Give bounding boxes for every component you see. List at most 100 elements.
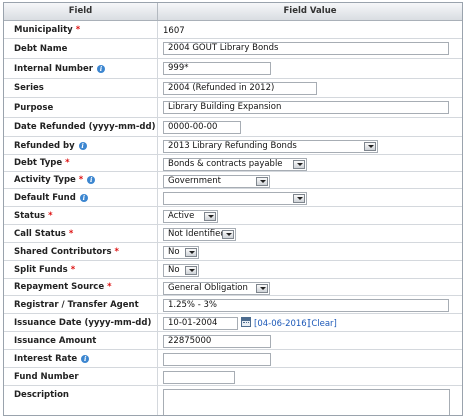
issuance-date-label: Issuance Date (yyyy-mm-dd)	[14, 317, 152, 328]
clear-date-link[interactable]: [Clear]	[308, 319, 337, 329]
activity-type-row: Activity Type * i Government	[4, 172, 462, 189]
description-textarea[interactable]	[163, 389, 450, 415]
split-funds-select[interactable]: No	[163, 264, 199, 277]
debt-name-input[interactable]: 2004 GOUT Library Bonds	[163, 42, 449, 55]
chevron-down-icon[interactable]	[185, 248, 197, 257]
series-label: Series	[14, 83, 44, 93]
split-funds-label: Split Funds	[14, 264, 68, 275]
internal-number-input[interactable]: 999*	[163, 62, 271, 75]
debt-type-row: Debt Type * Bonds & contracts payable	[4, 155, 462, 172]
call-status-label: Call Status	[14, 228, 66, 239]
repayment-source-value: General Obligation	[168, 283, 248, 293]
registrar-label: Registrar / Transfer Agent	[14, 299, 139, 310]
calendar-icon[interactable]	[241, 317, 251, 327]
required-marker: *	[65, 158, 70, 168]
purpose-row: Purpose Library Building Expansion	[4, 98, 462, 118]
info-icon[interactable]: i	[87, 176, 96, 184]
date-refunded-row: Date Refunded (yyyy-mm-dd) 0000-00-00	[4, 118, 462, 137]
info-icon[interactable]: i	[96, 64, 105, 73]
series-row: Series 2004 (Refunded in 2012)	[4, 79, 462, 98]
fund-number-label: Fund Number	[14, 371, 79, 382]
fund-number-row: Fund Number	[4, 368, 462, 386]
debt-name-label: Debt Name	[14, 43, 68, 54]
shared-contributors-value: No	[168, 247, 180, 257]
activity-type-value: Government	[168, 176, 222, 186]
info-icon[interactable]: i	[79, 193, 88, 202]
series-input[interactable]: 2004 (Refunded in 2012)	[163, 82, 317, 95]
table-header: Field Field Value	[4, 3, 462, 21]
description-label: Description	[14, 390, 69, 400]
internal-number-label: Internal Number	[14, 63, 93, 74]
debt-form: Field Field Value Municipality * 1607 Deb…	[3, 2, 463, 416]
activity-type-select[interactable]: Government	[163, 175, 270, 188]
registrar-input[interactable]: 1.25% - 3%	[163, 299, 449, 312]
required-marker: *	[114, 246, 119, 257]
default-fund-select[interactable]	[163, 192, 307, 205]
issuance-amount-input[interactable]: 22875000	[163, 335, 271, 348]
status-select[interactable]: Active	[163, 210, 218, 223]
fund-number-input[interactable]	[163, 371, 235, 384]
required-marker: *	[48, 210, 53, 221]
date-refunded-input[interactable]: 0000-00-00	[163, 121, 241, 134]
refunded-by-select[interactable]: 2013 Library Refunding Bonds	[163, 140, 378, 153]
municipality-value: 1607	[163, 26, 185, 36]
chevron-down-icon[interactable]	[364, 142, 376, 151]
shared-contributors-row: Shared Contributors * No	[4, 243, 462, 261]
refunded-by-label: Refunded by	[14, 140, 75, 151]
internal-number-row: Internal Number i 999*	[4, 59, 462, 79]
municipality-row: Municipality * 1607	[4, 21, 462, 39]
default-fund-row: Default Fund i	[4, 189, 462, 207]
status-row: Status * Active	[4, 207, 462, 225]
purpose-label: Purpose	[14, 102, 54, 113]
info-icon[interactable]: i	[81, 354, 90, 363]
info-icon[interactable]: i	[78, 141, 87, 150]
chevron-down-icon[interactable]	[222, 230, 234, 239]
issuance-amount-row: Issuance Amount 22875000	[4, 332, 462, 350]
chevron-down-icon[interactable]	[185, 266, 197, 275]
call-status-select[interactable]: Not Identified	[163, 228, 236, 241]
repayment-source-label: Repayment Source	[14, 282, 105, 292]
debt-name-row: Debt Name 2004 GOUT Library Bonds	[4, 39, 462, 59]
required-marker: *	[68, 228, 74, 239]
required-marker: *	[70, 264, 76, 275]
repayment-source-select[interactable]: General Obligation	[163, 282, 270, 295]
interest-rate-row: Interest Rate i	[4, 350, 462, 368]
issuance-date-input[interactable]: 10-01-2004	[163, 317, 238, 330]
shared-contributors-select[interactable]: No	[163, 246, 199, 259]
default-fund-label: Default Fund	[14, 192, 76, 203]
date-refunded-label: Date Refunded (yyyy-mm-dd)	[14, 122, 156, 132]
required-marker: *	[78, 175, 84, 185]
debt-type-select[interactable]: Bonds & contracts payable	[163, 158, 307, 171]
split-funds-row: Split Funds * No	[4, 261, 462, 279]
status-label: Status	[14, 210, 46, 221]
municipality-label: Municipality	[14, 24, 73, 35]
chevron-down-icon[interactable]	[256, 284, 268, 293]
chevron-down-icon[interactable]	[256, 177, 268, 186]
refunded-by-value: 2013 Library Refunding Bonds	[168, 141, 297, 151]
purpose-input[interactable]: Library Building Expansion	[163, 101, 449, 114]
field-column-header: Field	[4, 3, 158, 20]
field-value-column-header: Field Value	[283, 6, 337, 16]
call-status-value: Not Identified	[168, 229, 222, 239]
issuance-date-row: Issuance Date (yyyy-mm-dd) 10-01-2004 [0…	[4, 314, 462, 332]
registrar-row: Registrar / Transfer Agent 1.25% - 3%	[4, 296, 462, 314]
repayment-source-row: Repayment Source * General Obligation	[4, 279, 462, 296]
issuance-amount-label: Issuance Amount	[14, 335, 97, 346]
required-marker: *	[107, 282, 112, 292]
shared-contributors-label: Shared Contributors	[14, 246, 112, 257]
description-row: Description	[4, 386, 462, 415]
split-funds-value: No	[168, 265, 180, 275]
status-value: Active	[168, 211, 195, 221]
chevron-down-icon[interactable]	[293, 194, 305, 203]
interest-rate-input[interactable]	[163, 353, 271, 366]
chevron-down-icon[interactable]	[293, 160, 305, 169]
required-marker: *	[75, 24, 81, 35]
today-date-link[interactable]: [04-06-2016]	[254, 319, 310, 329]
refunded-by-row: Refunded by i 2013 Library Refunding Bond…	[4, 137, 462, 155]
interest-rate-label: Interest Rate	[14, 353, 78, 364]
call-status-row: Call Status * Not Identified	[4, 225, 462, 243]
debt-type-label: Debt Type	[14, 158, 63, 168]
activity-type-label: Activity Type	[14, 175, 76, 185]
debt-type-value: Bonds & contracts payable	[168, 159, 283, 169]
chevron-down-icon[interactable]	[204, 212, 216, 221]
